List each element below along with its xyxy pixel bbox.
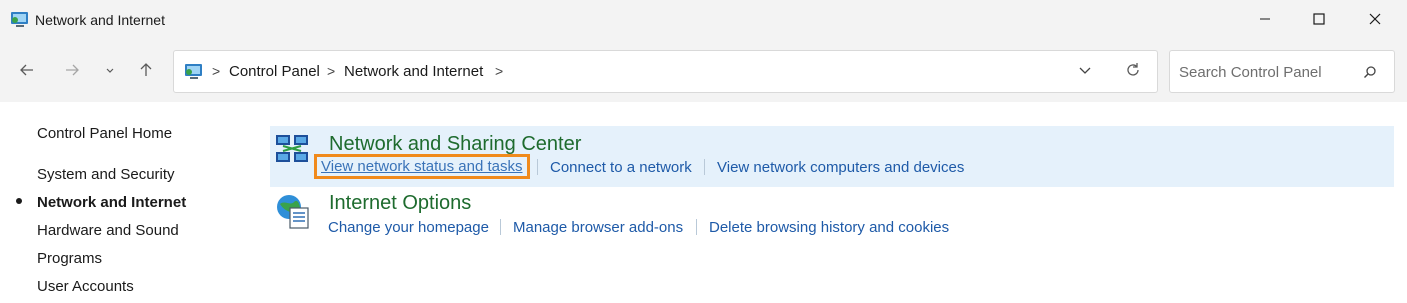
address-dropdown-button[interactable] bbox=[1072, 61, 1098, 83]
category-network-and-sharing-center: Network and Sharing Center View network … bbox=[270, 126, 1394, 187]
refresh-button[interactable] bbox=[1120, 60, 1146, 84]
maximize-icon bbox=[1313, 12, 1325, 30]
search-input[interactable] bbox=[1179, 61, 1359, 83]
control-panel-icon bbox=[10, 10, 30, 30]
active-bullet bbox=[16, 198, 22, 204]
minimize-icon bbox=[1259, 12, 1271, 30]
link-delete-browsing-history[interactable]: Delete browsing history and cookies bbox=[709, 219, 949, 236]
arrow-up-icon bbox=[138, 62, 154, 83]
category-internet-options: Internet Options Change your homepage Ma… bbox=[270, 188, 1394, 240]
link-manage-add-ons[interactable]: Manage browser add-ons bbox=[513, 219, 683, 236]
chevron-down-icon bbox=[105, 63, 115, 81]
sidebar-item-control-panel-home[interactable]: Control Panel Home bbox=[37, 125, 172, 142]
title-bar: Network and Internet bbox=[0, 0, 1407, 42]
arrow-right-icon bbox=[64, 62, 80, 83]
refresh-icon bbox=[1125, 62, 1141, 83]
link-separator bbox=[704, 159, 705, 175]
breadcrumb-network-and-internet[interactable]: Network and Internet bbox=[344, 63, 483, 80]
search-box[interactable] bbox=[1169, 50, 1395, 93]
breadcrumb-control-panel[interactable]: Control Panel bbox=[229, 63, 320, 80]
maximize-button[interactable] bbox=[1292, 0, 1346, 42]
search-icon[interactable] bbox=[1360, 62, 1380, 82]
forward-button[interactable] bbox=[58, 58, 86, 86]
window-title: Network and Internet bbox=[35, 12, 165, 28]
sidebar-item-network-and-internet: Network and Internet bbox=[37, 194, 187, 211]
control-panel-icon bbox=[184, 62, 204, 82]
category-title[interactable]: Network and Sharing Center bbox=[329, 133, 581, 156]
link-change-homepage[interactable]: Change your homepage bbox=[328, 219, 489, 236]
breadcrumb-separator[interactable]: > bbox=[327, 63, 335, 79]
chevron-down-icon bbox=[1078, 63, 1092, 81]
recent-locations-button[interactable] bbox=[97, 58, 123, 86]
address-bar[interactable]: > Control Panel > Network and Internet > bbox=[173, 50, 1158, 93]
category-title[interactable]: Internet Options bbox=[329, 192, 471, 215]
navigation-bar: > Control Panel > Network and Internet > bbox=[0, 42, 1407, 102]
link-view-network-status[interactable]: View network status and tasks bbox=[314, 154, 530, 179]
network-sharing-icon[interactable] bbox=[274, 132, 312, 170]
link-connect-to-network[interactable]: Connect to a network bbox=[550, 159, 692, 176]
link-separator bbox=[696, 219, 697, 235]
sidebar-item-system-and-security[interactable]: System and Security bbox=[37, 166, 175, 183]
close-icon bbox=[1369, 12, 1381, 30]
up-button[interactable] bbox=[132, 58, 160, 86]
sidebar-item-hardware-and-sound[interactable]: Hardware and Sound bbox=[37, 222, 179, 239]
minimize-button[interactable] bbox=[1238, 0, 1292, 42]
breadcrumb-separator[interactable]: > bbox=[495, 63, 503, 79]
link-view-network-computers[interactable]: View network computers and devices bbox=[717, 159, 964, 176]
breadcrumb-separator[interactable]: > bbox=[212, 63, 220, 79]
sidebar-item-programs[interactable]: Programs bbox=[37, 250, 102, 267]
internet-options-icon[interactable] bbox=[274, 192, 312, 230]
sidebar-item-user-accounts[interactable]: User Accounts bbox=[37, 278, 134, 295]
close-button[interactable] bbox=[1348, 0, 1402, 42]
arrow-left-icon bbox=[19, 62, 35, 83]
link-separator bbox=[537, 159, 538, 175]
back-button[interactable] bbox=[13, 58, 41, 86]
link-separator bbox=[500, 219, 501, 235]
